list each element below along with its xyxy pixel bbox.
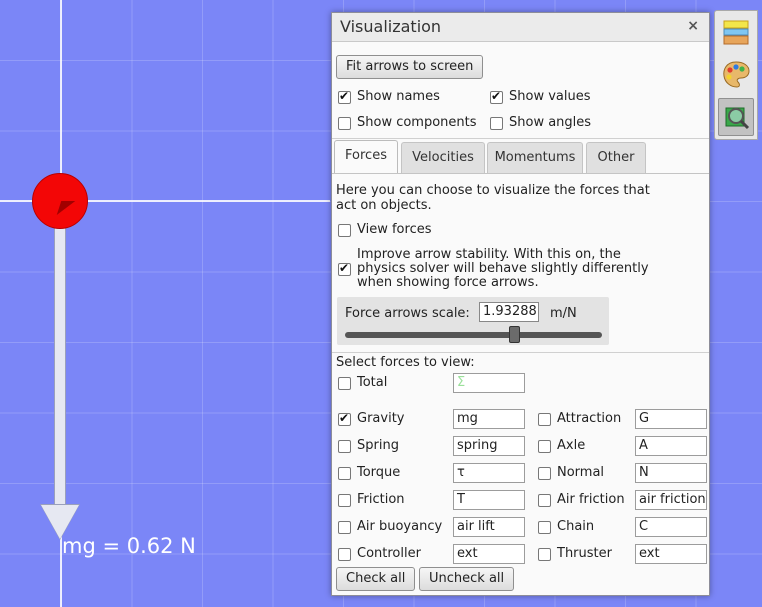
air-buoyancy-checkbox[interactable] (338, 521, 351, 534)
scale-unit: m/N (550, 306, 577, 321)
torque-label: Torque (357, 465, 401, 480)
torque-symbol-field[interactable]: τ (453, 463, 525, 483)
friction-checkbox[interactable] (338, 494, 351, 507)
show-names-checkbox[interactable] (338, 89, 351, 104)
uncheck-all-button[interactable]: Uncheck all (419, 567, 515, 591)
arrow-stability-label: Improve arrow stability. With this on, t… (357, 247, 649, 290)
palette-icon (723, 61, 750, 88)
air-friction-symbol-field[interactable]: air friction (635, 490, 707, 510)
select-forces-label: Select forces to view: (336, 355, 475, 370)
chain-label: Chain (557, 519, 595, 534)
attraction-label: Attraction (557, 411, 622, 426)
chain-checkbox[interactable] (538, 521, 551, 534)
arrow-stability-checkbox[interactable] (338, 261, 351, 276)
tab-velocities[interactable]: Velocities (401, 142, 485, 173)
axle-label: Axle (557, 438, 586, 453)
attraction-symbol-field[interactable]: G (635, 409, 707, 429)
spring-checkbox[interactable] (338, 440, 351, 453)
forces-description: Here you can choose to visualize the for… (336, 183, 650, 213)
spring-label: Spring (357, 438, 399, 453)
controller-checkbox[interactable] (338, 548, 351, 561)
thruster-symbol-field[interactable]: ext (635, 544, 707, 564)
axle-symbol-field[interactable]: A (635, 436, 707, 456)
scale-control: Force arrows scale: 1.93288 m/N (337, 297, 609, 345)
show-values-checkbox[interactable] (490, 89, 503, 104)
axle-checkbox[interactable] (538, 440, 551, 453)
gravity-symbol-field[interactable]: mg (453, 409, 525, 429)
air-friction-checkbox[interactable] (538, 494, 551, 507)
tab-baseline (332, 173, 709, 174)
thruster-label: Thruster (557, 546, 612, 561)
controller-label: Controller (357, 546, 421, 561)
controller-symbol-field[interactable]: ext (453, 544, 525, 564)
check-all-button[interactable]: Check all (336, 567, 416, 591)
gravity-arrow-shaft (54, 202, 66, 506)
scale-label: Force arrows scale: (345, 306, 470, 321)
friction-symbol-field[interactable]: T (453, 490, 525, 510)
divider (332, 352, 709, 353)
scale-input[interactable]: 1.93288 (479, 302, 539, 322)
layers-button[interactable] (718, 14, 754, 52)
layers-icon (723, 20, 749, 45)
gravity-label: Gravity (357, 411, 405, 426)
show-angles-checkbox[interactable] (490, 117, 503, 130)
air-buoyancy-symbol-field[interactable]: air lift (453, 517, 525, 537)
normal-checkbox[interactable] (538, 467, 551, 480)
chain-symbol-field[interactable]: C (635, 517, 707, 537)
visualization-panel: Visualization × Fit arrows to screen Sho… (331, 12, 710, 596)
show-angles-label: Show angles (509, 115, 592, 130)
show-components-label: Show components (357, 115, 477, 130)
appearance-button[interactable] (718, 56, 754, 94)
show-values-label: Show values (509, 89, 591, 104)
view-forces-label: View forces (357, 222, 432, 237)
air-friction-label: Air friction (557, 492, 625, 507)
gravity-force-label: mg = 0.62 N (62, 534, 196, 558)
tab-forces[interactable]: Forces (334, 140, 398, 173)
air-buoyancy-label: Air buoyancy (357, 519, 443, 534)
total-symbol-field[interactable]: Σ (453, 373, 525, 393)
normal-symbol-field[interactable]: N (635, 463, 707, 483)
show-components-checkbox[interactable] (338, 117, 351, 130)
show-names-label: Show names (357, 89, 440, 104)
panel-header: Visualization × (332, 13, 709, 42)
tab-other[interactable]: Other (586, 142, 646, 173)
spring-symbol-field[interactable]: spring (453, 436, 525, 456)
close-icon[interactable]: × (687, 18, 699, 34)
divider (332, 138, 709, 139)
normal-label: Normal (557, 465, 605, 480)
view-forces-checkbox[interactable] (338, 224, 351, 237)
total-label: Total (357, 375, 388, 390)
fit-arrows-button[interactable]: Fit arrows to screen (336, 55, 484, 79)
friction-label: Friction (357, 492, 405, 507)
panel-title: Visualization (340, 17, 442, 36)
total-checkbox[interactable] (338, 377, 351, 390)
thruster-checkbox[interactable] (538, 548, 551, 561)
scale-slider-thumb[interactable] (509, 326, 521, 343)
torque-checkbox[interactable] (338, 467, 351, 480)
tool-sidebar (714, 10, 758, 140)
scale-slider-track[interactable] (345, 332, 602, 338)
magnifier-icon (725, 107, 750, 130)
visualization-button[interactable] (718, 98, 754, 136)
attraction-checkbox[interactable] (538, 413, 551, 426)
gravity-checkbox[interactable] (338, 411, 351, 426)
tab-momentums[interactable]: Momentums (487, 142, 583, 173)
